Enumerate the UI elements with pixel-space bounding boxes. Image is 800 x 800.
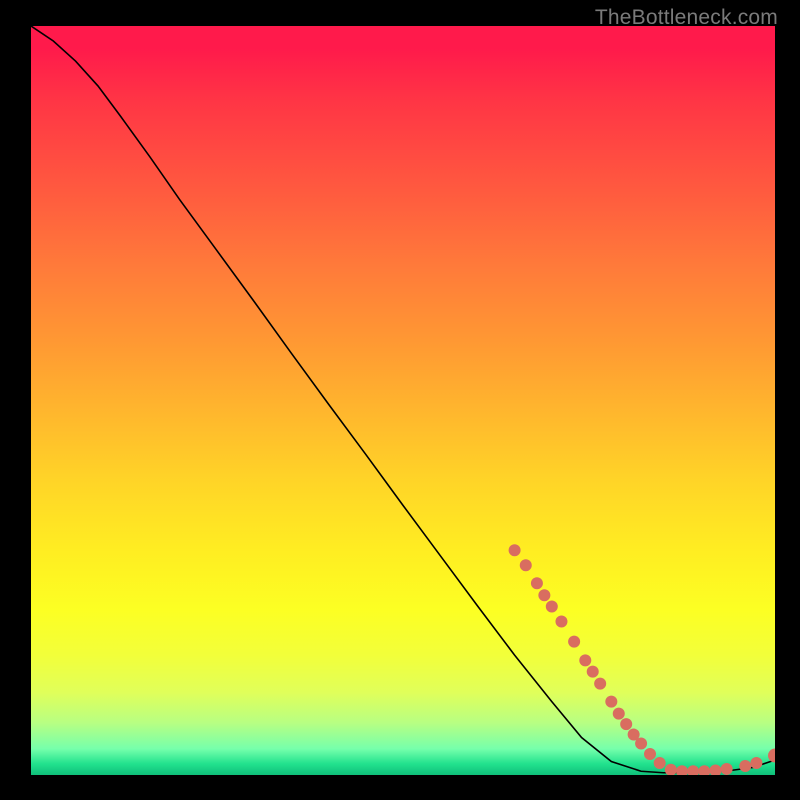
data-marker [709, 765, 721, 775]
data-marker [520, 559, 532, 571]
data-marker [620, 718, 632, 730]
data-marker [509, 544, 521, 556]
data-marker [587, 666, 599, 678]
data-marker [568, 636, 580, 648]
data-marker [531, 577, 543, 589]
data-marker [665, 764, 677, 775]
data-marker [676, 765, 688, 775]
data-marker [635, 738, 647, 750]
marker-group [509, 544, 775, 775]
chart-stage: TheBottleneck.com [0, 0, 800, 800]
chart-overlay-svg [31, 26, 775, 775]
data-marker [721, 763, 733, 775]
data-marker [605, 696, 617, 708]
data-marker [613, 708, 625, 720]
data-marker [687, 765, 699, 775]
data-marker [768, 749, 775, 763]
data-marker [579, 654, 591, 666]
data-marker [698, 765, 710, 775]
data-marker [594, 678, 606, 690]
data-marker [555, 615, 567, 627]
data-marker [750, 757, 762, 769]
data-marker [739, 760, 751, 772]
watermark-text: TheBottleneck.com [595, 6, 778, 30]
data-marker [644, 748, 656, 760]
data-marker [654, 757, 666, 769]
data-curve [31, 26, 775, 773]
data-marker [538, 589, 550, 601]
plot-area [31, 26, 775, 775]
data-marker [546, 600, 558, 612]
